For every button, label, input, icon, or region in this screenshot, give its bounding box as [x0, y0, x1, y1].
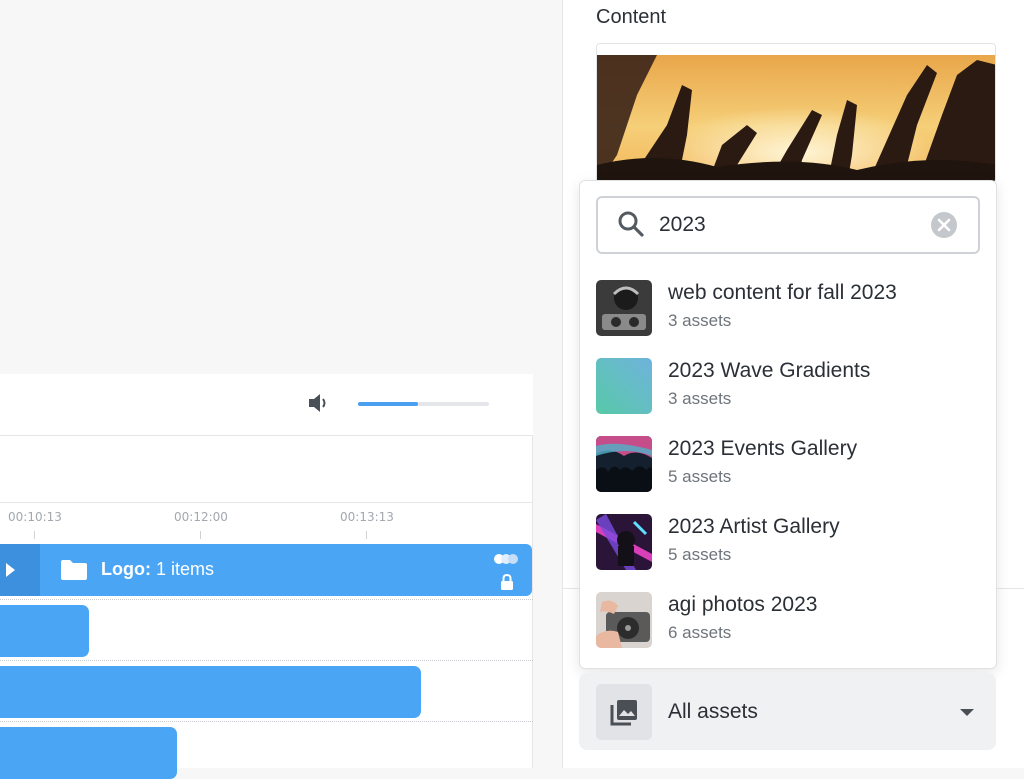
- tick-mark: [34, 531, 35, 539]
- search-result-item[interactable]: 2023 Wave Gradients 3 assets: [580, 358, 996, 434]
- logo-track-name: Logo:: [101, 559, 151, 579]
- concert-preview-image: [597, 55, 995, 182]
- search-input[interactable]: [657, 210, 917, 240]
- collection-thumbnail: [596, 592, 652, 648]
- result-name: agi photos 2023: [668, 593, 818, 616]
- volume-icon[interactable]: [307, 392, 331, 414]
- tick-mark: [366, 531, 367, 539]
- timeline-ruler: [0, 502, 533, 540]
- overlap-dots-icon[interactable]: [493, 553, 519, 565]
- collection-thumbnail: [596, 358, 652, 414]
- track-clip[interactable]: [0, 666, 421, 718]
- folder-icon: [61, 560, 87, 580]
- play-icon: [6, 563, 15, 577]
- result-name: 2023 Events Gallery: [668, 437, 858, 460]
- collection-thumbnail: [596, 436, 652, 492]
- search-result-item[interactable]: agi photos 2023 6 assets: [580, 592, 996, 668]
- result-count: 3 assets: [668, 311, 732, 330]
- collection-thumbnail: [596, 514, 652, 570]
- result-name: 2023 Artist Gallery: [668, 515, 840, 538]
- search-result-item[interactable]: 2023 Events Gallery 5 assets: [580, 436, 996, 512]
- volume-level: [358, 402, 419, 406]
- result-count: 6 assets: [668, 623, 732, 642]
- content-preview[interactable]: [596, 43, 996, 183]
- tick-label: 00:13:13: [340, 510, 394, 524]
- logo-track-count: 1 items: [156, 559, 215, 579]
- clear-search-icon[interactable]: [930, 211, 958, 239]
- search-result-item[interactable]: web content for fall 2023 3 assets: [580, 280, 996, 356]
- result-count: 5 assets: [668, 467, 732, 486]
- track-play-handle[interactable]: [0, 544, 40, 596]
- logo-track-title: Logo: 1 items: [101, 559, 214, 580]
- result-name: 2023 Wave Gradients: [668, 359, 871, 382]
- result-name: web content for fall 2023: [668, 281, 897, 304]
- collection-thumbnail: [596, 280, 652, 336]
- asset-filter-label: All assets: [668, 700, 758, 723]
- lock-icon[interactable]: [500, 574, 514, 590]
- tick-label: 00:12:00: [174, 510, 228, 524]
- tick-mark: [200, 531, 201, 539]
- search-result-item[interactable]: 2023 Artist Gallery 5 assets: [580, 514, 996, 590]
- logo-track-clip[interactable]: Logo: 1 items: [0, 544, 532, 596]
- search-icon: [618, 211, 644, 237]
- image-library-icon: [610, 700, 637, 726]
- chevron-down-icon[interactable]: [960, 709, 974, 716]
- track-clip[interactable]: [0, 727, 177, 779]
- tick-label: 00:10:13: [8, 510, 62, 524]
- content-section-title: Content: [596, 6, 667, 28]
- track-clip[interactable]: [0, 605, 89, 657]
- result-count: 5 assets: [668, 545, 732, 564]
- volume-slider[interactable]: [358, 402, 489, 406]
- result-count: 3 assets: [668, 389, 732, 408]
